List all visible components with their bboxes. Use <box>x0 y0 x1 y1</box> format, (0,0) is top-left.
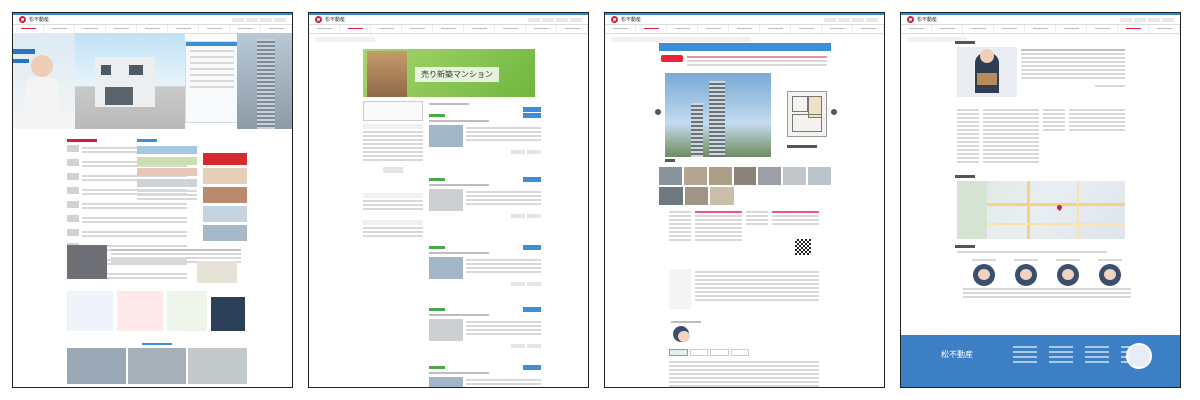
floor-plan-image <box>787 91 827 137</box>
logo-mark-icon <box>19 16 26 23</box>
logo-mark-icon <box>315 16 322 23</box>
listing-card[interactable] <box>429 307 541 348</box>
listing-card[interactable] <box>429 365 541 387</box>
list-banner: 売り新築マンション <box>363 49 535 97</box>
detail-table <box>669 359 819 387</box>
screenshot-company-page: 松不動産 松不動産 <box>900 12 1181 388</box>
listing-card[interactable] <box>429 177 541 218</box>
hero-search-panel[interactable] <box>185 41 239 123</box>
screenshot-detail-page: 松不動産 <box>604 12 885 388</box>
footer-logo[interactable]: 松不動産 <box>941 349 973 360</box>
greeting-photo <box>957 47 1017 97</box>
photo-thumbnails-row2[interactable] <box>659 187 831 205</box>
header-links <box>232 17 286 22</box>
site-logo[interactable]: 松不動産 <box>19 16 49 23</box>
hero-person-photo <box>13 33 75 129</box>
greeting-text <box>1021 47 1125 89</box>
service-icons[interactable] <box>67 291 247 339</box>
site-header: 松不動産 <box>13 15 292 24</box>
listing-card[interactable] <box>429 245 541 286</box>
next-arrow-icon[interactable] <box>831 109 837 115</box>
site-logo[interactable]: 松不動産 <box>315 16 345 23</box>
property-title-bar <box>659 43 831 51</box>
access-map[interactable] <box>957 181 1125 239</box>
site-logo[interactable]: 松不動産 <box>611 16 641 23</box>
logo-mark-icon <box>907 16 914 23</box>
staff-card <box>963 259 1005 300</box>
breadcrumb[interactable] <box>611 37 751 42</box>
info-section <box>137 139 197 202</box>
logo-text: 松不動産 <box>29 17 50 23</box>
property-spec-table <box>669 209 819 243</box>
listing-card[interactable] <box>429 113 541 154</box>
global-nav[interactable] <box>605 24 884 34</box>
hero-banner <box>13 33 292 129</box>
site-header: 松不動産 <box>309 15 588 24</box>
hero-tower-photo <box>237 33 292 129</box>
logo-mark-icon <box>611 16 618 23</box>
prev-arrow-icon[interactable] <box>655 109 661 115</box>
badge-icon <box>1126 343 1152 369</box>
qr-code-icon <box>795 239 811 255</box>
site-logo[interactable]: 松不動産 <box>907 16 937 23</box>
breadcrumb[interactable] <box>315 37 375 42</box>
staff-photo-section <box>67 343 248 387</box>
staff-card <box>1047 259 1089 300</box>
screenshot-top-page: 松不動産 <box>12 12 293 388</box>
screenshot-list-page: 松不動産 売り新築マンション <box>308 12 589 388</box>
main-property-photo <box>665 73 771 157</box>
consultation-section <box>67 245 247 287</box>
global-nav[interactable] <box>901 24 1180 34</box>
staff-card <box>1089 259 1131 300</box>
list-banner-title: 売り新築マンション <box>415 67 499 82</box>
photo-thumbnails[interactable] <box>659 167 832 185</box>
global-nav[interactable] <box>309 24 588 34</box>
hero-house-photo <box>75 33 185 129</box>
company-info-table <box>957 107 1125 165</box>
detail-tabs[interactable] <box>669 349 749 356</box>
site-footer: 松不動産 <box>901 335 1180 387</box>
listing-results <box>429 101 541 112</box>
property-lead <box>659 53 831 67</box>
site-header: 松不動産 <box>901 15 1180 24</box>
staff-list <box>957 259 1137 300</box>
agent-info <box>671 319 711 342</box>
search-sidebar[interactable] <box>363 101 423 239</box>
staff-card <box>1005 259 1047 300</box>
site-header: 松不動産 <box>605 15 884 24</box>
side-banners[interactable] <box>203 153 247 241</box>
